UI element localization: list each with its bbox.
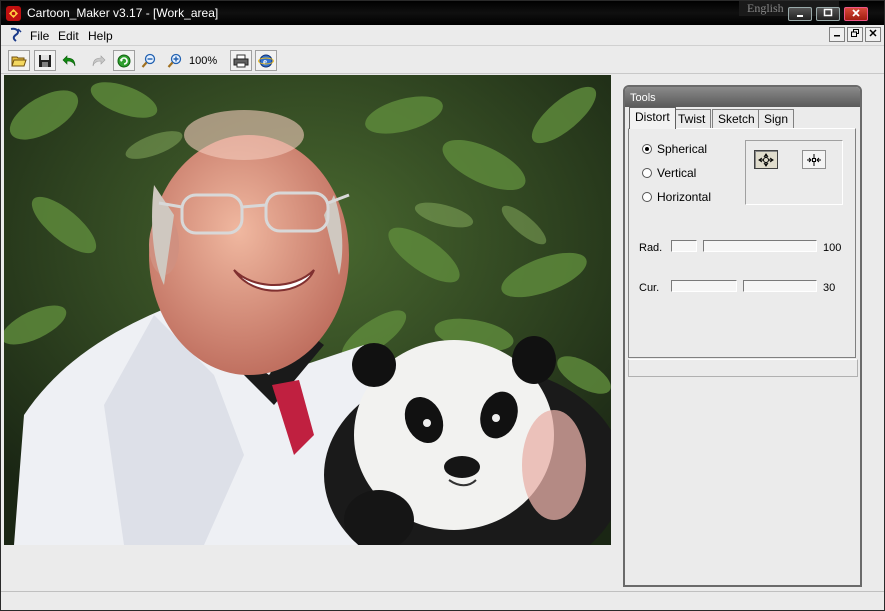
undo-button[interactable] (59, 50, 81, 71)
curvature-input[interactable] (671, 280, 737, 292)
window-title: Cartoon_Maker v3.17 - [Work_area] (27, 6, 219, 20)
refresh-button[interactable] (113, 50, 135, 71)
close-icon (852, 9, 860, 17)
language-label: English (747, 1, 784, 15)
radio-horizontal[interactable]: Horizontal (642, 190, 711, 204)
redo-button[interactable] (87, 50, 109, 71)
distort-tab-content: Spherical Vertical Horizontal Rad. 100 C… (628, 128, 856, 358)
menu-file[interactable]: File (30, 29, 49, 43)
radius-label: Rad. (639, 242, 663, 254)
close-window-button[interactable] (844, 7, 868, 21)
maximize-button[interactable] (816, 7, 840, 21)
menu-help[interactable]: Help (88, 29, 113, 43)
curvature-label: Cur. (639, 282, 660, 294)
zoom-out-button[interactable] (138, 50, 160, 71)
tools-status-box (628, 359, 858, 377)
restore-icon (851, 29, 859, 37)
radius-slider[interactable] (703, 240, 817, 252)
curvature-slider[interactable] (743, 280, 817, 292)
pinch-icon (807, 153, 821, 166)
radio-dot (642, 168, 652, 178)
radius-input[interactable] (671, 240, 697, 252)
bulge-tool-button[interactable] (754, 150, 778, 169)
tab-sign[interactable]: Sign (758, 109, 795, 128)
open-button[interactable] (8, 50, 30, 71)
zoom-in-icon (167, 53, 182, 68)
print-icon (233, 54, 249, 67)
app-logo-icon (6, 6, 21, 21)
save-icon (39, 54, 51, 67)
close-icon (869, 29, 877, 37)
zoom-in-button[interactable] (164, 50, 186, 71)
tools-panel: Tools Distort Twist Sketch Sign Spherica… (623, 85, 862, 587)
open-folder-icon (11, 56, 27, 66)
document-menu-icon[interactable] (8, 27, 23, 43)
minimize-icon (797, 15, 803, 17)
work-area-canvas[interactable] (4, 75, 611, 545)
zoom-level: 100% (189, 55, 218, 67)
tab-sketch[interactable]: Sketch (712, 109, 761, 128)
refresh-icon (117, 54, 131, 67)
save-button[interactable] (34, 50, 56, 71)
tools-panel-title: Tools (625, 87, 860, 107)
app-window: Cartoon_Maker v3.17 - [Work_area] Englis… (0, 0, 885, 611)
radio-dot (642, 192, 652, 202)
menu-edit[interactable]: Edit (58, 29, 79, 43)
minimize-button[interactable] (788, 7, 812, 21)
print-button[interactable] (230, 50, 252, 71)
toolbar: 100% e (1, 47, 884, 74)
radius-value: 100 (823, 242, 842, 254)
web-button[interactable]: e (255, 50, 277, 71)
child-restore-button[interactable] (847, 27, 863, 42)
radio-vertical-label: Vertical (657, 166, 697, 180)
bulge-icon (758, 152, 774, 167)
radio-vertical[interactable]: Vertical (642, 166, 696, 180)
radio-selected-dot (642, 144, 652, 154)
undo-icon (62, 54, 76, 66)
maximize-icon (823, 8, 833, 17)
status-bar (1, 591, 884, 610)
tab-distort[interactable]: Distort (629, 107, 676, 129)
tab-twist[interactable]: Twist (672, 109, 712, 128)
curvature-value: 30 (823, 282, 836, 294)
radio-spherical[interactable]: Spherical (642, 142, 707, 156)
work-area-photo (4, 75, 611, 545)
child-minimize-button[interactable] (829, 27, 845, 42)
radio-horizontal-label: Horizontal (657, 190, 712, 204)
zoom-out-icon (141, 53, 156, 68)
web-icon: e (258, 54, 274, 67)
menu-bar: File Edit Help (1, 25, 884, 46)
distort-tool-box (745, 140, 843, 205)
radio-spherical-label: Spherical (657, 142, 708, 156)
redo-icon (92, 54, 106, 66)
title-bar[interactable]: Cartoon_Maker v3.17 - [Work_area] Englis… (1, 1, 884, 25)
child-close-button[interactable] (865, 27, 881, 42)
pinch-tool-button[interactable] (802, 150, 826, 169)
minimize-icon (834, 35, 840, 37)
